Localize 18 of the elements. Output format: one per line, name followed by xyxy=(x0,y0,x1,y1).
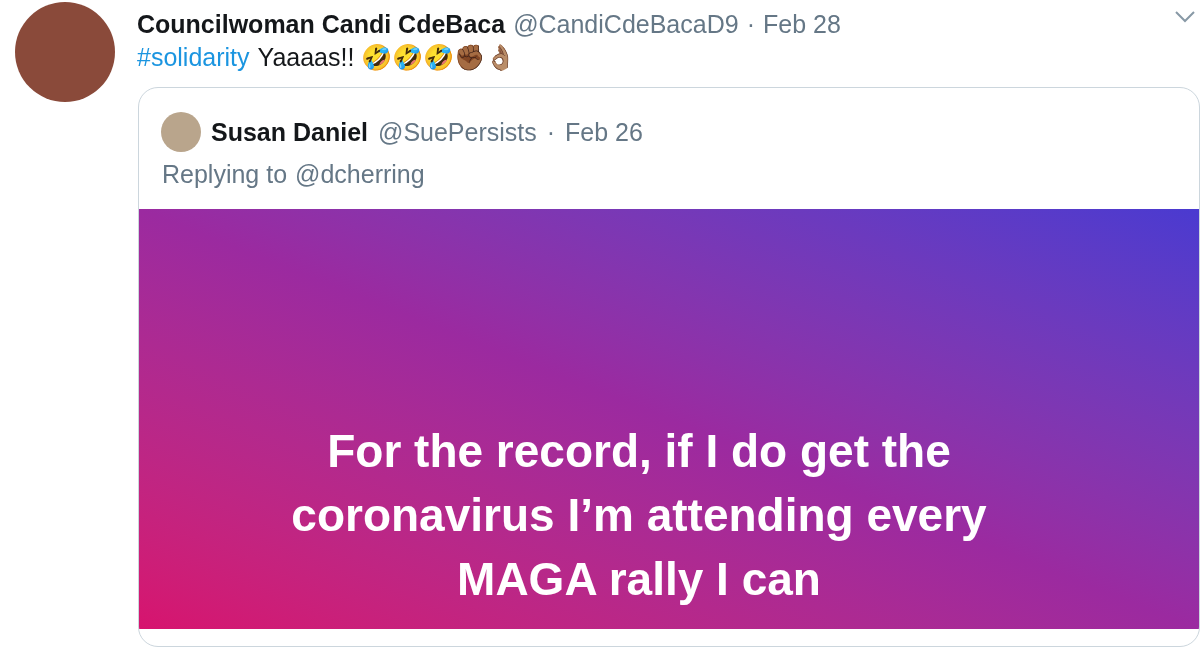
tweet-text: Yaaaas!! 🤣🤣🤣✊🏾👌🏽 xyxy=(257,42,517,73)
image-caption-line: For the record, if I do get the xyxy=(327,424,951,479)
author-name: Susan Daniel xyxy=(211,117,368,148)
author-handle: @SuePersists xyxy=(378,117,537,148)
tweet-date[interactable]: Feb 28 xyxy=(762,8,841,40)
separator: · xyxy=(546,117,556,148)
image-caption-line: coronavirus I’m attending every xyxy=(291,488,987,543)
avatar xyxy=(161,112,201,152)
reply-label: Replying to xyxy=(162,159,288,190)
author-name[interactable]: Councilwoman Candi CdeBaca xyxy=(137,8,506,40)
quoted-tweet-card[interactable]: Susan Daniel @SuePersists · Feb 26 Replying to @dcherring For the record, if I do get the coronavirus I’m attending every MAGA rally I can xyxy=(138,87,1200,647)
tweet-date: Feb 26 xyxy=(565,117,643,148)
chevron-down-icon[interactable] xyxy=(1174,10,1196,24)
hashtag-link[interactable]: #solidarity xyxy=(137,40,250,74)
author-handle[interactable]: @CandiCdeBacaD9 xyxy=(513,8,739,40)
separator: · xyxy=(746,9,755,40)
reply-handle: @dcherring xyxy=(295,159,425,190)
image-caption-line: MAGA rally I can xyxy=(457,552,821,607)
